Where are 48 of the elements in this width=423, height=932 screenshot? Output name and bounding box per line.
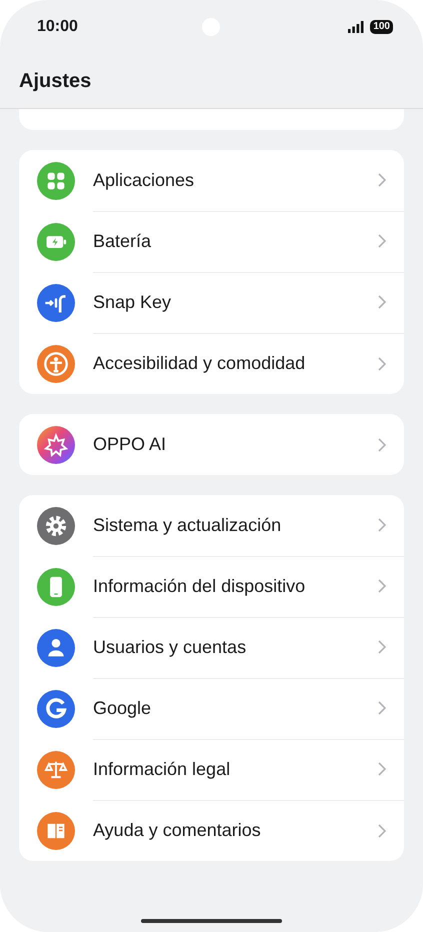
gear-icon: [37, 506, 75, 544]
chevron-icon: [378, 640, 386, 654]
settings-row[interactable]: Ayuda y comentarios: [19, 800, 404, 861]
settings-row[interactable]: Snap Key: [19, 272, 404, 333]
setting-label: Accesibilidad y comodidad: [93, 353, 306, 374]
setting-label: Usuarios y cuentas: [93, 636, 246, 658]
sparkle-icon: [37, 426, 75, 464]
setting-label: Información del dispositivo: [93, 576, 306, 596]
chevron-icon: [378, 234, 386, 248]
settings-row[interactable]: Información legal: [19, 739, 404, 800]
setting-label: Aplicaciones: [93, 170, 194, 190]
settings-row[interactable]: Sistema y actualización: [19, 495, 404, 556]
chevron-icon: [378, 518, 386, 532]
chevron-icon: [378, 579, 386, 593]
setting-label: Sistema y actualización: [93, 514, 282, 536]
accessibility-icon: [37, 344, 75, 382]
setting-label: Google: [93, 698, 152, 718]
scales-icon: [37, 750, 75, 788]
phone-icon: [37, 568, 75, 606]
setting-label: Ayuda y comentarios: [93, 820, 261, 841]
key-icon: [37, 284, 75, 322]
chevron-icon: [378, 438, 386, 452]
chevron-icon: [378, 824, 386, 838]
person-icon: [37, 628, 75, 666]
chevron-icon: [378, 356, 386, 370]
settings-row[interactable]: Aplicaciones: [19, 150, 404, 211]
settings-row[interactable]: Usuarios y cuentas: [19, 617, 404, 678]
setting-label: Información legal: [93, 758, 230, 780]
chevron-icon: [378, 762, 386, 776]
settings-row[interactable]: Batería: [19, 211, 404, 272]
settings-row[interactable]: Accesibilidad y comodidad: [19, 333, 404, 394]
settings-row[interactable]: Información del dispositivo: [19, 556, 404, 617]
battery-level: 100: [370, 20, 393, 34]
setting-label: Snap Key: [93, 292, 172, 312]
chevron-icon: [378, 295, 386, 309]
clock-time: 10:00: [37, 18, 78, 36]
signal-icon: [348, 21, 364, 33]
setting-label: Batería: [93, 230, 152, 252]
setting-label: OPPO AI: [93, 434, 166, 455]
apps-grid-icon: [37, 162, 75, 200]
settings-row[interactable]: OPPO AI: [19, 414, 404, 475]
letter-g-icon: [37, 690, 75, 728]
chevron-icon: [378, 701, 386, 715]
settings-row[interactable]: Google: [19, 678, 404, 739]
chevron-icon: [378, 173, 386, 187]
battery-icon: [37, 222, 75, 260]
book-icon: [37, 812, 75, 850]
page-title: Ajustes: [19, 70, 92, 92]
